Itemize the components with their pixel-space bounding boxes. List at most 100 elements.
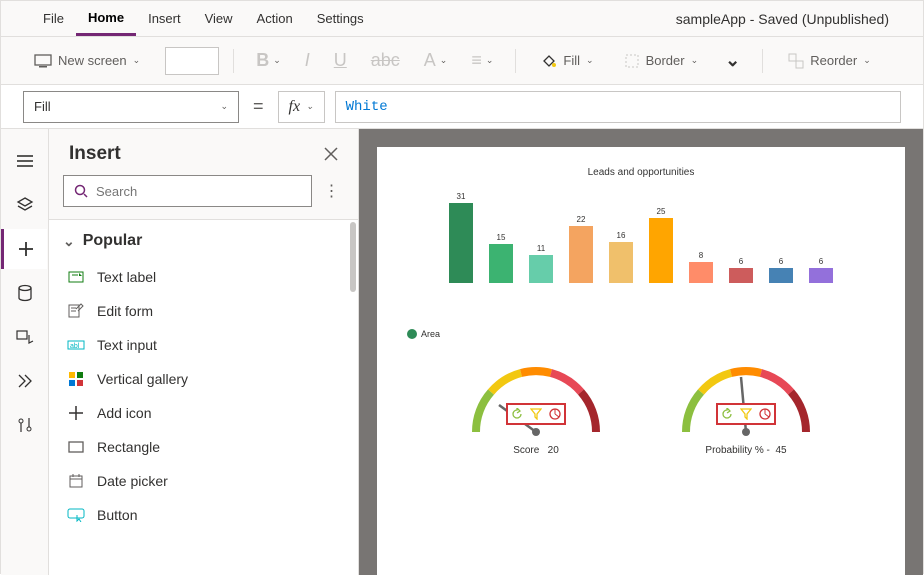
underline-button[interactable]: U <box>326 46 355 75</box>
canvas-area: Leads and opportunities 3115112216258666… <box>359 129 923 575</box>
search-field[interactable] <box>96 184 301 199</box>
rail-insert[interactable] <box>1 229 47 269</box>
chevron-down-icon: ⌄ <box>863 55 871 66</box>
insert-vertical-gallery[interactable]: Vertical gallery <box>49 362 358 396</box>
app-canvas[interactable]: Leads and opportunities 3115112216258666… <box>377 147 905 575</box>
chart-title: Leads and opportunities <box>397 167 885 178</box>
media-icon <box>16 329 34 345</box>
font-color-button[interactable]: A⌄ <box>416 46 456 75</box>
align-button[interactable]: ≡⌄ <box>463 46 501 75</box>
insert-text-label[interactable]: Text label <box>49 260 358 294</box>
legend-label: Area <box>421 329 440 339</box>
item-label: Date picker <box>97 473 168 489</box>
pie-icon <box>759 408 771 420</box>
refresh-icon <box>511 408 523 420</box>
new-screen-button[interactable]: New screen ⌄ <box>23 46 151 75</box>
paint-bucket-icon <box>541 53 557 69</box>
layers-icon <box>16 196 34 214</box>
item-label: Text label <box>97 269 156 285</box>
menu-insert[interactable]: Insert <box>136 3 193 34</box>
menu-home[interactable]: Home <box>76 2 136 36</box>
theme-dropdown[interactable] <box>165 47 219 75</box>
expand-collapse-button[interactable]: ⌄ <box>717 46 748 75</box>
filter-icon <box>740 408 752 420</box>
filter-icon <box>530 408 542 420</box>
insert-edit-form[interactable]: Edit form <box>49 294 358 328</box>
pie-icon <box>549 408 561 420</box>
insert-panel: Insert ⋮ ⌄ Popular Text label <box>49 129 359 575</box>
close-panel-button[interactable] <box>324 147 338 161</box>
bar-labels <box>397 287 885 315</box>
panel-title: Insert <box>69 143 121 165</box>
item-label: Add icon <box>97 405 151 421</box>
rail-tree-view[interactable] <box>5 141 45 181</box>
gauge-chart <box>461 357 611 437</box>
rail-advanced-tools[interactable] <box>5 405 45 445</box>
gauge-probability: Probability % - 45 <box>671 357 821 456</box>
bar-chart: 3115112216258666 <box>397 188 885 283</box>
reorder-label: Reorder <box>810 53 857 68</box>
app-title: sampleApp - Saved (Unpublished) <box>676 11 893 27</box>
scrollbar[interactable] <box>350 222 356 292</box>
item-label: Vertical gallery <box>97 371 188 387</box>
chevron-down-icon: ⌄ <box>220 101 228 112</box>
menu-view[interactable]: View <box>193 3 245 34</box>
insert-rectangle[interactable]: Rectangle <box>49 430 358 464</box>
rectangle-icon <box>67 438 85 456</box>
item-label: Text input <box>97 337 157 353</box>
chevron-down-icon: ⌄ <box>691 55 699 66</box>
menu-settings[interactable]: Settings <box>305 3 376 34</box>
legend-swatch <box>407 329 417 339</box>
gauge-toolbar[interactable] <box>716 403 776 425</box>
border-button[interactable]: Border ⌄ <box>613 46 710 76</box>
menu-file[interactable]: File <box>31 3 76 34</box>
rail-data[interactable] <box>5 273 45 313</box>
chevron-down-icon: ⌄ <box>586 55 594 66</box>
new-screen-label: New screen <box>58 53 127 68</box>
flow-icon <box>16 372 34 390</box>
chevron-down-icon: ⌄ <box>133 55 141 66</box>
insert-date-picker[interactable]: Date picker <box>49 464 358 498</box>
search-input[interactable] <box>63 175 312 207</box>
fx-label: fx <box>289 98 301 116</box>
more-options-button[interactable]: ⋮ <box>320 181 344 201</box>
close-icon <box>324 147 338 161</box>
text-input-icon: abl <box>67 336 85 354</box>
gauge-label: Probability % - 45 <box>705 445 786 456</box>
item-label: Rectangle <box>97 439 160 455</box>
bold-button[interactable]: B⌄ <box>248 46 289 75</box>
rail-media[interactable] <box>5 317 45 357</box>
reorder-button[interactable]: Reorder ⌄ <box>777 46 882 76</box>
menu-action[interactable]: Action <box>245 3 305 34</box>
button-icon <box>67 506 85 524</box>
strikethrough-button[interactable]: abc <box>363 46 408 75</box>
insert-body: ⌄ Popular Text label Edit form abl Text … <box>49 219 358 575</box>
search-icon <box>74 184 88 198</box>
insert-add-icon[interactable]: Add icon <box>49 396 358 430</box>
chevron-down-icon: ⌄ <box>306 101 314 112</box>
formula-input[interactable]: White <box>335 91 901 123</box>
item-label: Edit form <box>97 303 153 319</box>
insert-button[interactable]: Button <box>49 498 358 532</box>
gauge-label: Score 20 <box>513 445 559 456</box>
chart-legend: Area <box>407 329 885 339</box>
tools-icon <box>17 416 33 434</box>
gauges-row: Score 20 <box>397 357 885 456</box>
rail-power-automate[interactable] <box>5 361 45 401</box>
rail-screens[interactable] <box>5 185 45 225</box>
item-label: Button <box>97 507 137 523</box>
database-icon <box>17 284 33 302</box>
fill-label: Fill <box>563 53 580 68</box>
equals-sign: = <box>249 96 268 117</box>
property-selector[interactable]: Fill ⌄ <box>23 91 239 123</box>
fx-button[interactable]: fx ⌄ <box>278 91 325 123</box>
category-popular[interactable]: ⌄ Popular <box>49 220 358 260</box>
ribbon: New screen ⌄ B⌄ I U abc A⌄ ≡⌄ Fill ⌄ Bor… <box>1 37 923 85</box>
border-icon <box>624 53 640 69</box>
fill-button[interactable]: Fill ⌄ <box>530 46 604 76</box>
insert-text-input[interactable]: abl Text input <box>49 328 358 362</box>
separator <box>515 49 516 73</box>
chevron-down-icon: ⌄ <box>63 233 75 250</box>
gauge-toolbar[interactable] <box>506 403 566 425</box>
italic-button[interactable]: I <box>297 46 318 75</box>
